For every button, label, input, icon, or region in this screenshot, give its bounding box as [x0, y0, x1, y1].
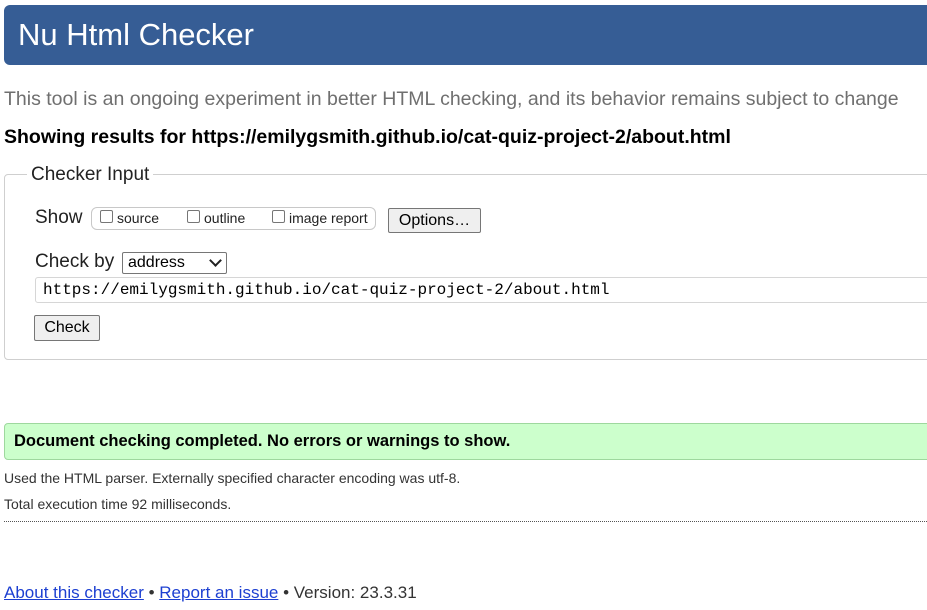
check-by-label: Check by [35, 251, 115, 272]
check-by-select[interactable]: address [122, 252, 227, 274]
version-text: Version: 23.3.31 [293, 583, 417, 602]
check-button[interactable]: Check [34, 315, 100, 341]
page-title: Nu Html Checker [18, 17, 254, 52]
source-checkbox[interactable] [100, 209, 113, 223]
show-label: Show [35, 207, 83, 228]
options-button[interactable]: Options… [388, 208, 481, 233]
outline-checkbox[interactable] [187, 209, 200, 223]
success-message: Document checking completed. No errors o… [14, 432, 511, 450]
success-message-box: Document checking completed. No errors o… [4, 423, 927, 460]
image-report-option[interactable]: image report [272, 209, 368, 227]
checker-input-fieldset: Checker Input Show source outline image … [4, 163, 927, 360]
execution-time: Total execution time 92 milliseconds. [4, 496, 232, 512]
source-option-label: source [117, 210, 160, 226]
intro-text: This tool is an ongoing experiment in be… [4, 88, 899, 110]
check-by-selected-value: address [128, 254, 185, 271]
footer-separator-2: • [283, 583, 290, 602]
parser-info: Used the HTML parser. Externally specifi… [4, 470, 461, 486]
outline-option-label: outline [204, 210, 246, 226]
results-heading: Showing results for https://emilygsmith.… [4, 126, 731, 148]
header-bar: Nu Html Checker [4, 5, 927, 65]
show-options-group: source outline image report [91, 207, 376, 230]
report-issue-link[interactable]: Report an issue [159, 583, 278, 602]
about-checker-link[interactable]: About this checker [4, 583, 144, 602]
image-report-checkbox[interactable] [272, 209, 285, 223]
checker-input-legend: Checker Input [27, 163, 154, 187]
url-input[interactable]: https://emilygsmith.github.io/cat-quiz-p… [35, 277, 927, 303]
image-report-option-label: image report [289, 210, 368, 226]
footer-separator-1: • [148, 583, 155, 602]
chevron-down-icon [209, 254, 222, 267]
outline-option[interactable]: outline [187, 209, 245, 227]
footer: About this checker • Report an issue • V… [4, 583, 417, 603]
divider [4, 521, 927, 522]
page: Nu Html Checker This tool is an ongoing … [0, 0, 927, 610]
source-option[interactable]: source [100, 209, 159, 227]
